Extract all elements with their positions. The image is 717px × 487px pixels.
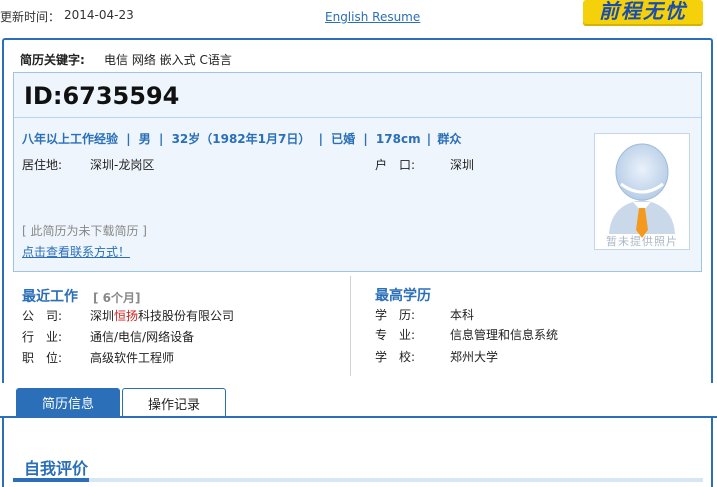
update-time-label: 更新时间： bbox=[0, 10, 61, 24]
resume-id: ID:6735594 bbox=[24, 82, 180, 110]
photo-caption: 暂未提供照片 bbox=[606, 235, 678, 248]
separator: | bbox=[126, 132, 131, 146]
separator: | bbox=[158, 132, 164, 146]
summary-line: 八年以上工作经验 | 男 | 32岁（1982年1月7日） | 已婚 | 178… bbox=[22, 130, 461, 147]
major-label: 专 业: bbox=[375, 328, 416, 342]
hukou-label: 户 口: bbox=[375, 158, 416, 172]
company-highlight: 恒扬 bbox=[114, 309, 139, 323]
position-label: 职 位: bbox=[22, 351, 63, 365]
tab-resume-info[interactable]: 简历信息 bbox=[16, 388, 120, 418]
separator: | bbox=[363, 132, 368, 146]
experience-years: 八年以上工作经验 bbox=[22, 132, 119, 146]
industry-label: 行 业: bbox=[22, 330, 63, 344]
residence-value: 深圳-龙岗区 bbox=[90, 158, 155, 172]
political-status: 群众 bbox=[437, 132, 462, 146]
keyword-label: 简历关键字: bbox=[20, 53, 85, 67]
school-label: 学 校: bbox=[375, 350, 416, 364]
age: 32岁（1982年1月7日） bbox=[171, 132, 311, 146]
not-downloaded-note: [ 此简历为未下载简历 ] bbox=[22, 224, 147, 238]
view-contact-link[interactable]: 点击查看联系方式！ bbox=[22, 243, 130, 260]
recent-work-duration: [ 6个月] bbox=[93, 291, 141, 305]
industry-value: 通信/电信/网络设备 bbox=[90, 330, 195, 344]
column-divider bbox=[350, 276, 351, 376]
site-logo[interactable]: 前程无忧 bbox=[583, 0, 703, 26]
degree-value: 本科 bbox=[450, 308, 475, 322]
height: 178cm bbox=[375, 132, 421, 146]
company-value: 深圳恒扬科技股份有限公司 bbox=[90, 309, 235, 323]
company-label: 公 司: bbox=[22, 309, 63, 323]
id-divider bbox=[14, 117, 701, 118]
residence-label: 居住地: bbox=[22, 158, 63, 172]
hukou-value: 深圳 bbox=[450, 158, 475, 172]
section-underline bbox=[13, 478, 703, 482]
update-time-value: 2014-04-23 bbox=[64, 8, 134, 22]
avatar-icon bbox=[609, 143, 675, 238]
separator: | bbox=[318, 132, 323, 146]
separator: | bbox=[426, 132, 432, 146]
tab-operation-log[interactable]: 操作记录 bbox=[122, 388, 226, 417]
school-value: 郑州大学 bbox=[450, 350, 499, 364]
self-evaluation-title: 自我评价 bbox=[24, 459, 89, 478]
english-resume-link[interactable]: English Resume bbox=[325, 10, 420, 24]
major-value: 信息管理和信息系统 bbox=[450, 328, 559, 342]
position-value: 高级软件工程师 bbox=[90, 351, 175, 365]
recent-work-title: 最近工作 bbox=[22, 289, 78, 305]
education-title: 最高学历 bbox=[375, 288, 431, 304]
gender: 男 bbox=[138, 132, 151, 146]
tab-content-panel bbox=[2, 418, 713, 487]
keyword-values: 电信 网络 嵌入式 C语言 bbox=[104, 53, 232, 67]
marital-status: 已婚 bbox=[331, 132, 356, 146]
degree-label: 学 历: bbox=[375, 308, 416, 322]
section-underline-accent bbox=[13, 478, 89, 482]
